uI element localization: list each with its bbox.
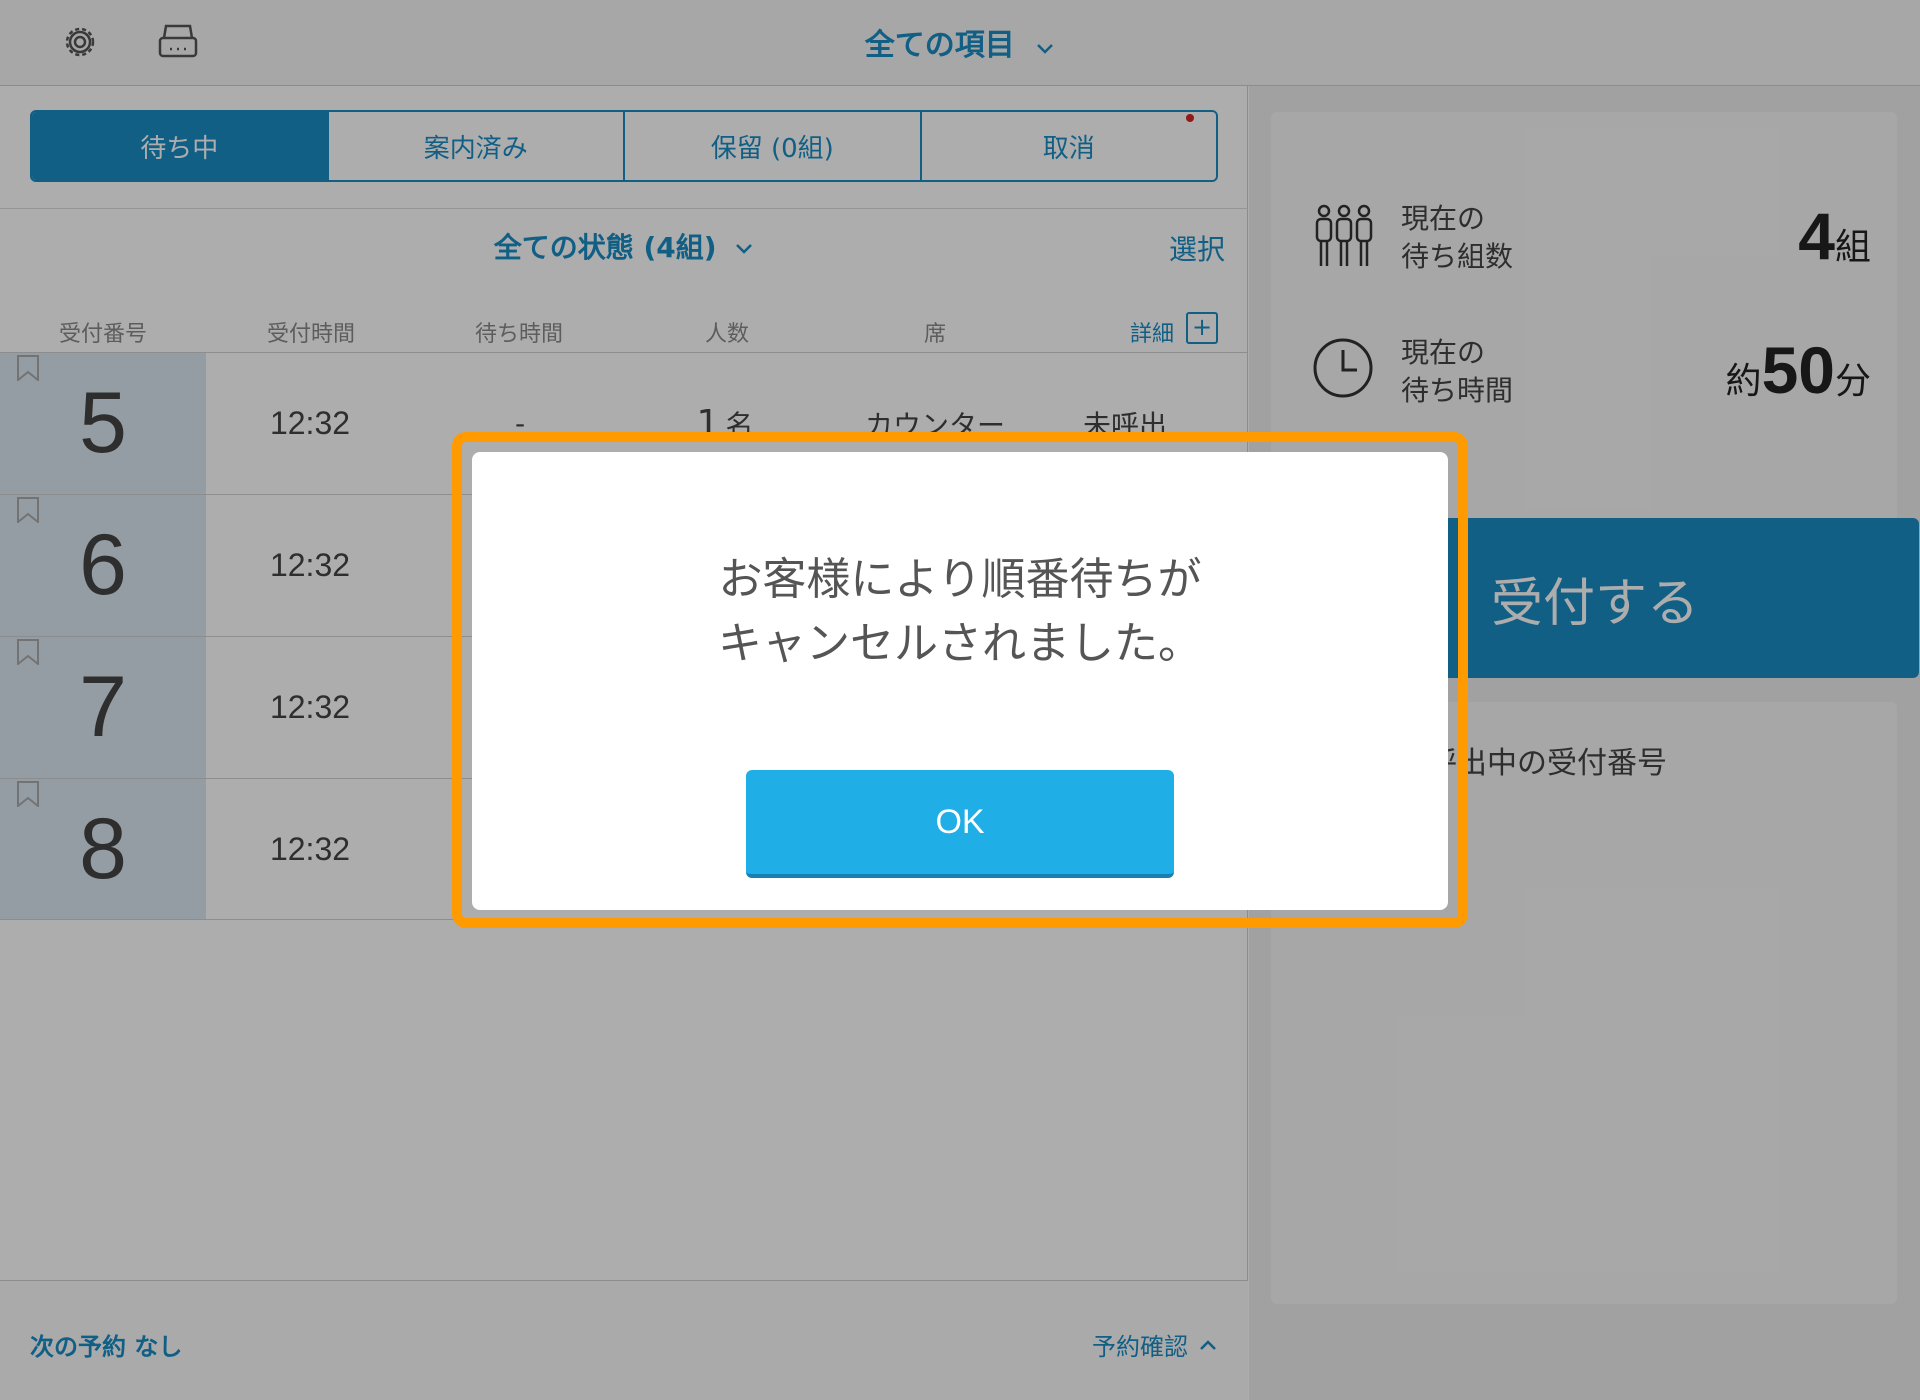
dialog-message-line: キャンセルされました。 bbox=[718, 618, 1202, 669]
cancel-notice-dialog: お客様により順番待ちが キャンセルされました。 OK bbox=[472, 452, 1448, 910]
dialog-message: お客様により順番待ちが キャンセルされました。 bbox=[472, 548, 1448, 676]
ok-button[interactable]: OK bbox=[746, 770, 1174, 878]
dialog-message-line: お客様により順番待ちが bbox=[718, 554, 1202, 605]
